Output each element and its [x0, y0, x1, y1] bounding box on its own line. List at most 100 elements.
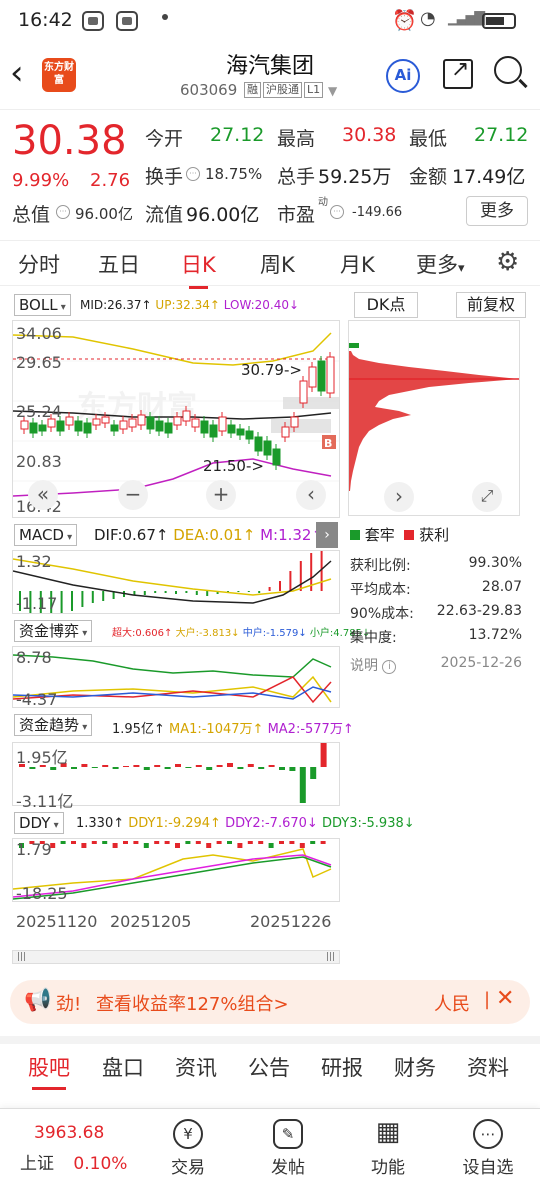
date-label-mid: 20251205: [110, 912, 192, 931]
ddy-bar: [71, 841, 76, 844]
stat-concentration: 集中度: 13.72%: [350, 627, 522, 647]
nav-add-watchlist[interactable]: ⋯ 设自选: [448, 1119, 528, 1178]
fund-big: 大户:-3.813↓: [175, 628, 240, 639]
tab-daily-k[interactable]: 日K: [181, 249, 216, 289]
nav-trade[interactable]: ¥ 交易: [148, 1119, 228, 1178]
tab-announcements[interactable]: 公告: [248, 1052, 290, 1082]
fund-game-panel[interactable]: [12, 646, 340, 708]
fund-trend-y-bottom: -3.11亿: [16, 792, 74, 811]
scroll-left-button[interactable]: ‹: [296, 480, 326, 510]
search-icon[interactable]: [494, 56, 522, 84]
chip-legend: 套牢 获利: [350, 524, 449, 545]
ddy-bar: [60, 841, 66, 844]
scroll-left-fast-button[interactable]: «: [28, 480, 58, 510]
macd-panel[interactable]: [12, 550, 340, 614]
open-value: 27.12: [210, 124, 265, 146]
app-notification-icon: [116, 11, 138, 31]
fund-trend-bar: [289, 767, 296, 771]
tab-news[interactable]: 资讯: [175, 1052, 217, 1082]
scroll-handle-right[interactable]: |||: [326, 952, 335, 962]
close-icon[interactable]: ✕: [496, 986, 514, 1011]
macd-bar: [279, 581, 281, 591]
mktcap-label: 总值: [12, 204, 51, 226]
candle-body: [56, 420, 65, 432]
ddy-bar: [102, 841, 108, 844]
ai-assistant-button[interactable]: Ai: [386, 59, 420, 93]
stat-value: 13.72%: [468, 627, 522, 643]
fund-trend-indicator-select[interactable]: 资金趋势: [14, 714, 93, 736]
scroll-handle-left[interactable]: |||: [17, 952, 26, 962]
ddy-bar: [227, 841, 232, 844]
index-quote[interactable]: 3963.68 上证 0.10%: [20, 1123, 130, 1174]
expand-icon[interactable]: ⤢: [472, 482, 502, 512]
tab-intraday[interactable]: 分时: [18, 249, 60, 279]
zoom-out-button[interactable]: −: [118, 480, 148, 510]
chip-note-row[interactable]: 说明 i 2025-12-26: [350, 655, 522, 675]
chart-scrollbar[interactable]: ||| |||: [12, 950, 340, 964]
info-dots-icon[interactable]: ···: [56, 205, 70, 219]
nav-add-watchlist-label: 设自选: [462, 1158, 514, 1178]
open-label: 今开: [145, 128, 184, 150]
share-icon[interactable]: [443, 57, 473, 89]
ddy-bar: [195, 841, 201, 844]
adjust-tab[interactable]: 前复权: [456, 292, 526, 318]
tab-research[interactable]: 研报: [321, 1052, 363, 1082]
alarm-icon: ⏰: [392, 8, 417, 32]
megaphone-icon: 📢: [24, 988, 52, 1013]
tab-more[interactable]: 更多▾: [416, 249, 465, 279]
volume-value: 59.25万: [318, 166, 392, 188]
ddy-indicator-select[interactable]: DDY: [14, 812, 64, 834]
candle-body: [155, 420, 164, 432]
macd-indicator-select[interactable]: MACD: [14, 524, 78, 546]
ddy-bar: [185, 841, 191, 844]
mktcap-value: 96.00亿: [75, 205, 133, 223]
collapse-panel-button[interactable]: ›: [316, 522, 338, 548]
fund-trend-bar: [206, 767, 213, 770]
candle-body: [218, 416, 227, 432]
dk-point-tab[interactable]: DK点: [354, 292, 418, 318]
note-date: 2025-12-26: [440, 655, 522, 671]
stock-code-line[interactable]: 603069 融沪股通 L1 ▼: [180, 81, 337, 99]
candle-body: [263, 440, 272, 456]
stock-code: 603069: [180, 81, 238, 99]
macd-bar: [71, 591, 73, 611]
ddy-value: 1.330↑: [76, 816, 125, 831]
tab-orderbook[interactable]: 盘口: [102, 1052, 144, 1082]
info-dots-icon[interactable]: ···: [330, 205, 344, 219]
ddy-bar: [112, 843, 118, 848]
promo-banner[interactable]: 📢 劲! 查看收益率127%组合> 人民 | ✕: [10, 980, 530, 1024]
tab-profile[interactable]: 资料: [467, 1052, 509, 1082]
settings-gear-icon[interactable]: ⚙: [496, 247, 519, 277]
tab-monthly-k[interactable]: 月K: [340, 249, 375, 279]
ddy-bar: [81, 843, 87, 848]
boll-indicator-select[interactable]: BOLL: [14, 294, 71, 316]
ddy-bar: [206, 843, 212, 848]
nav-post[interactable]: ✎ 发帖: [248, 1119, 328, 1178]
status-bar: 16:42 ⏰ ◔ ▁▃▅▇: [0, 0, 540, 42]
macd-bar: [247, 591, 250, 592]
y-axis-tick: 34.06: [16, 324, 62, 343]
fund-trend-bar: [247, 764, 254, 767]
change-percent: 9.99%: [12, 170, 70, 191]
tab-weekly-k[interactable]: 周K: [260, 249, 295, 279]
tab-five-day[interactable]: 五日: [98, 249, 140, 279]
more-quote-button[interactable]: 更多: [466, 196, 528, 226]
fund-mid: 中户:-1.579↓: [242, 628, 307, 639]
fund-trend-bar: [216, 765, 223, 767]
chip-prev-button[interactable]: ›: [384, 482, 414, 512]
tab-finance[interactable]: 财务: [394, 1052, 436, 1082]
info-dots-icon[interactable]: ···: [186, 167, 200, 181]
zoom-in-button[interactable]: +: [206, 480, 236, 510]
pe-value: -149.66: [352, 205, 403, 220]
fund-trend-bar: [268, 765, 275, 767]
kline-chart-area[interactable]: BOLL MID:26.37↑ UP:32.34↑ LOW:20.40↓ 东方财…: [0, 290, 415, 970]
fund-game-y-top: 8.78: [16, 648, 52, 667]
nav-functions[interactable]: ▦ 功能: [348, 1119, 428, 1178]
fund-game-indicator-select[interactable]: 资金博弈: [14, 620, 93, 642]
stat-value: 28.07: [481, 579, 522, 595]
tab-forum[interactable]: 股吧: [28, 1052, 70, 1090]
candle-body: [74, 420, 83, 432]
fund-trend-bar: [143, 767, 150, 770]
trapped-swatch: [350, 530, 360, 540]
ddy-bar: [123, 841, 128, 844]
